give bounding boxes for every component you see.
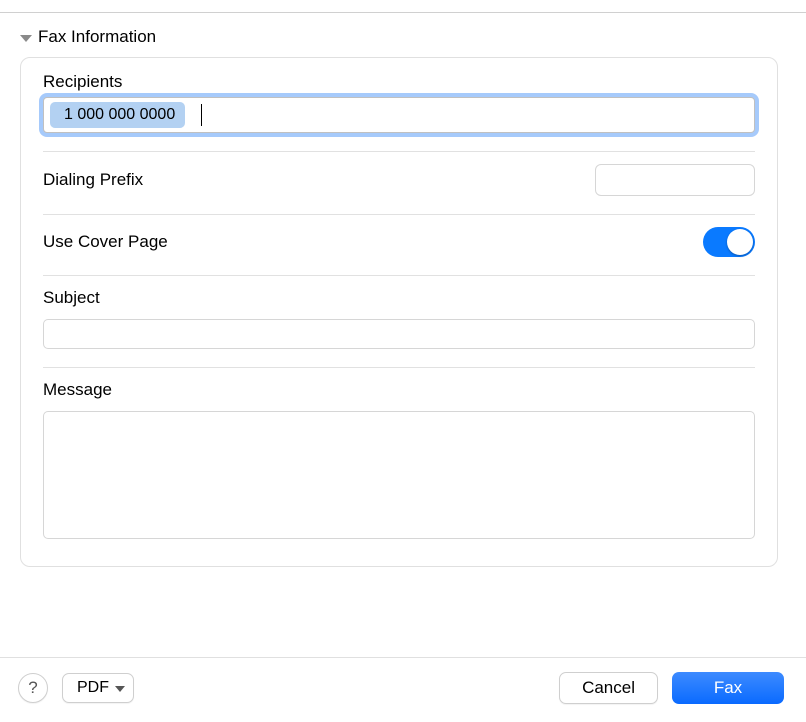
chevron-down-icon [20, 35, 32, 42]
message-field: Message [43, 380, 755, 544]
text-cursor [201, 104, 202, 126]
section-title: Fax Information [38, 27, 156, 47]
subject-input[interactable] [43, 319, 755, 349]
recipient-chip[interactable]: 1 000 000 0000 [50, 102, 185, 128]
dialing-prefix-row: Dialing Prefix [43, 164, 755, 196]
message-textarea[interactable] [43, 411, 755, 539]
cover-page-row: Use Cover Page [43, 227, 755, 257]
fax-info-panel: Recipients 1 000 000 0000 Dialing Prefix… [20, 57, 778, 567]
recipients-input[interactable]: 1 000 000 0000 [43, 97, 755, 133]
fax-information-header[interactable]: Fax Information [20, 27, 778, 47]
help-icon: ? [28, 678, 37, 698]
divider [43, 275, 755, 276]
dialing-prefix-label: Dialing Prefix [43, 170, 143, 190]
cover-page-toggle[interactable] [703, 227, 755, 257]
divider [43, 367, 755, 368]
recipients-label: Recipients [43, 72, 755, 92]
footer-toolbar: ? PDF Cancel Fax [0, 657, 806, 722]
fax-button[interactable]: Fax [672, 672, 784, 704]
toggle-knob [727, 229, 753, 255]
subject-label: Subject [43, 288, 755, 308]
pdf-dropdown-button[interactable]: PDF [62, 673, 134, 703]
divider [43, 151, 755, 152]
subject-field: Subject [43, 288, 755, 349]
chevron-down-icon [115, 686, 125, 692]
dialing-prefix-input[interactable] [595, 164, 755, 196]
divider [43, 214, 755, 215]
recipients-field: Recipients 1 000 000 0000 [43, 72, 755, 133]
pdf-label: PDF [77, 679, 109, 697]
cover-page-label: Use Cover Page [43, 232, 168, 252]
message-label: Message [43, 380, 755, 400]
help-button[interactable]: ? [18, 673, 48, 703]
cancel-button[interactable]: Cancel [559, 672, 658, 704]
